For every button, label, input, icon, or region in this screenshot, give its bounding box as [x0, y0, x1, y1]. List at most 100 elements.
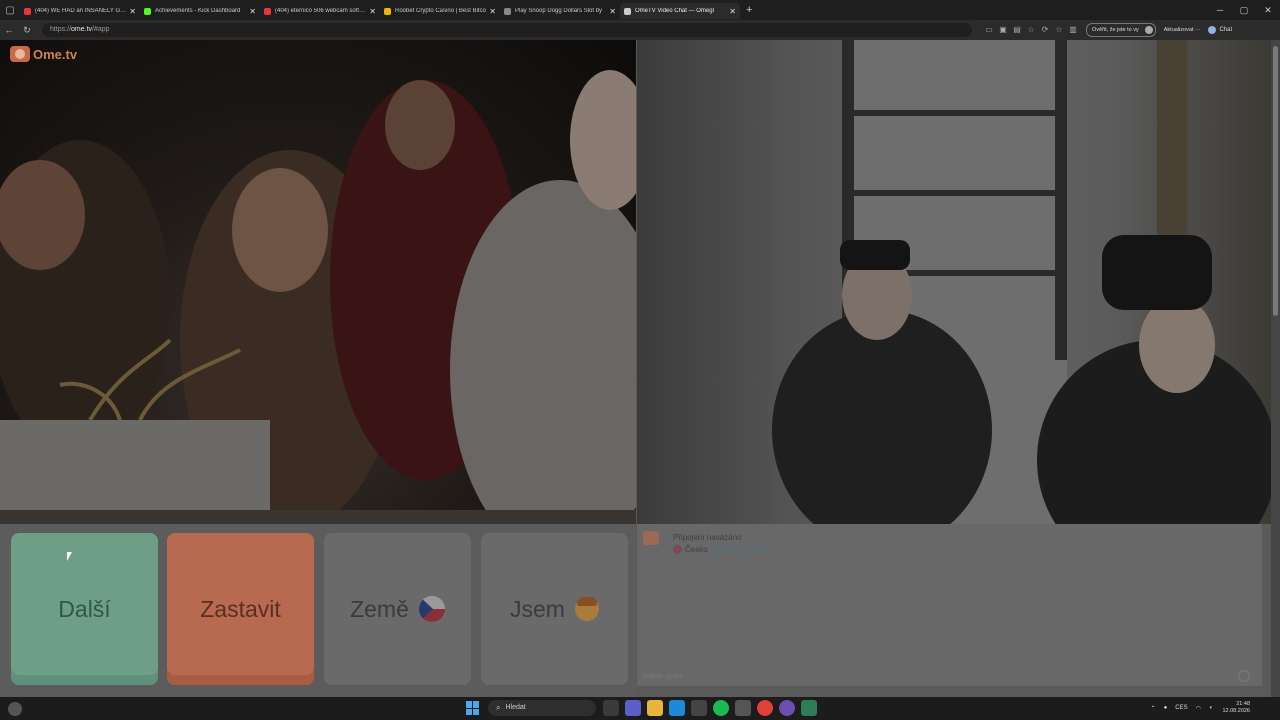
ladder-rung [842, 190, 1067, 196]
tab-title: Roobet Crypto Casino | Best Bitco [395, 8, 486, 14]
volume-icon[interactable]: ◖ [1209, 705, 1213, 711]
tab-title: (404) eternico 506 webcam softwa [275, 8, 367, 14]
local-video-scene [0, 70, 636, 524]
clock[interactable]: 21:48 12.08.2026 [1222, 701, 1250, 715]
verify-identity-button[interactable]: Ověřit, že jste to vy [1086, 23, 1156, 37]
microphone-icon[interactable]: ● [1164, 705, 1168, 711]
camera-icon[interactable]: ▭ [982, 23, 996, 37]
window-controls: ─ ▢ ✕ [1208, 0, 1280, 20]
browser-tab[interactable]: OmeTV Video Chat — Omegl ✕ [620, 3, 740, 19]
taskbar-search[interactable]: ⌕ Hledat [488, 700, 596, 716]
next-button[interactable]: Další [11, 533, 158, 685]
taskbar-center: ⌕ Hledat [466, 700, 820, 716]
refresh-extension-icon[interactable]: ⟳ [1038, 23, 1052, 37]
table-shape [0, 510, 636, 524]
boy-face-icon [574, 597, 599, 621]
screen-icon[interactable]: ▣ [996, 23, 1010, 37]
report-abuse-link[interactable]: Nahlásit zneužití [712, 545, 771, 554]
face-shape [1139, 297, 1215, 393]
face-shape [232, 168, 328, 292]
close-tab-icon[interactable]: ✕ [249, 7, 256, 16]
face-shape [385, 80, 455, 170]
app-icon[interactable] [735, 700, 751, 716]
search-icon: ⌕ [496, 703, 501, 712]
minimize-icon[interactable]: ─ [1208, 0, 1232, 20]
windows-start-icon[interactable] [466, 701, 480, 715]
chevron-up-icon[interactable]: ⌃ [1151, 705, 1156, 712]
czech-flag-icon [418, 596, 445, 622]
browser-tab[interactable]: (404) WE HAD an INSANELY GOOD ✕ [20, 3, 140, 19]
spotify-icon[interactable] [713, 700, 729, 716]
scrollbar-thumb[interactable] [1273, 46, 1278, 316]
task-view-icon[interactable] [603, 700, 619, 716]
copilot-icon [1208, 26, 1217, 34]
browser-tab[interactable]: Play Snoop Dogg Dollars Slot by ✕ [500, 3, 620, 19]
collections-icon[interactable]: ▥ [1066, 23, 1080, 37]
browser-tab[interactable]: Achievements - Kick Dashboard ✕ [140, 3, 260, 19]
network-icon[interactable]: ◠ [1196, 705, 1201, 712]
close-tab-icon[interactable]: ✕ [489, 7, 496, 16]
url-host: ome.tv [71, 26, 93, 33]
chat-panel: Připojení navázáno Česko Nahlásit zneuži… [637, 524, 1262, 686]
ometv-logo[interactable]: Ome.tv [10, 46, 77, 62]
close-tab-icon[interactable]: ✕ [129, 7, 136, 16]
reader-icon[interactable]: ▤ [1010, 23, 1024, 37]
czech-flag-small-icon [673, 545, 682, 554]
local-video: Ome.tv [0, 40, 636, 524]
ladder-rail [1055, 40, 1067, 360]
cap-shape [840, 240, 910, 270]
country-button[interactable]: Země [324, 533, 471, 685]
tab-actions-icon[interactable]: ▢ [0, 0, 20, 20]
profile-avatar [1144, 26, 1153, 34]
maximize-icon[interactable]: ▢ [1232, 0, 1256, 20]
update-label: Aktualizovat [1163, 27, 1194, 33]
page-scrollbar[interactable] [1271, 40, 1280, 697]
star-icon[interactable]: ☆ [1024, 23, 1038, 37]
tab-favicon-icon [384, 7, 391, 15]
control-panel: Další Zastavit Země Jsem [0, 524, 636, 697]
edge-icon[interactable] [669, 700, 685, 716]
close-window-icon[interactable]: ✕ [1256, 0, 1280, 20]
language-indicator[interactable]: CES [1175, 705, 1187, 711]
browser-tab[interactable]: (404) eternico 506 webcam softwa ✕ [260, 3, 380, 19]
app-icon[interactable] [779, 700, 795, 716]
copilot-chat-button[interactable]: Chat [1208, 26, 1232, 34]
browser-tab-strip: ▢ (404) WE HAD an INSANELY GOOD ✕ Achievem… [0, 0, 1280, 20]
emoji-icon[interactable] [1238, 670, 1250, 682]
back-icon[interactable]: ← [0, 25, 18, 35]
update-button[interactable]: Aktualizovat ··· [1164, 27, 1201, 33]
remote-video [637, 40, 1271, 524]
chat-input[interactable]: Napište zprávu [643, 674, 683, 680]
tab-list: (404) WE HAD an INSANELY GOOD ✕ Achievemen… [20, 1, 740, 19]
file-explorer-icon[interactable] [647, 700, 663, 716]
stop-button[interactable]: Zastavit [167, 533, 314, 685]
clock-date: 12.08.2026 [1222, 708, 1250, 714]
close-tab-icon[interactable]: ✕ [729, 7, 736, 16]
tab-favicon-icon [24, 7, 31, 15]
system-tray: ⌃ ● CES ◠ ◖ 21:48 12.08.2026 [1143, 701, 1250, 715]
tab-title: Achievements - Kick Dashboard [155, 8, 241, 14]
verify-label: Ověřit, že jste to vy [1092, 27, 1139, 33]
partner-country-name: Česko [685, 545, 708, 554]
country-label: Země [350, 595, 409, 622]
close-tab-icon[interactable]: ✕ [609, 7, 616, 16]
gender-button[interactable]: Jsem [481, 533, 628, 685]
address-bar-row: ← ↻ https://ome.tv/#app ▭ ▣ ▤ ☆ ⟳ ☆ ▥ Ov… [0, 20, 1280, 40]
tab-favicon-icon [624, 7, 631, 15]
teams-icon[interactable] [625, 700, 641, 716]
app-icon[interactable] [801, 700, 817, 716]
widgets-icon[interactable] [8, 702, 22, 716]
browser-tab[interactable]: Roobet Crypto Casino | Best Bitco ✕ [380, 3, 500, 19]
url-prefix: https:// [50, 26, 72, 33]
tab-title: (404) WE HAD an INSANELY GOOD [35, 8, 127, 14]
favorites-icon[interactable]: ☆ [1052, 23, 1066, 37]
close-tab-icon[interactable]: ✕ [369, 7, 376, 16]
new-tab-icon[interactable]: + [746, 4, 752, 16]
url-field[interactable]: https://ome.tv/#app [42, 23, 972, 37]
reload-icon[interactable]: ↻ [18, 25, 36, 36]
tab-title: OmeTV Video Chat — Omegl [635, 8, 714, 14]
chrome-icon[interactable] [757, 700, 773, 716]
logo-text: Ome.tv [33, 46, 78, 62]
store-icon[interactable] [691, 700, 707, 716]
stop-label: Zastavit [200, 595, 281, 622]
